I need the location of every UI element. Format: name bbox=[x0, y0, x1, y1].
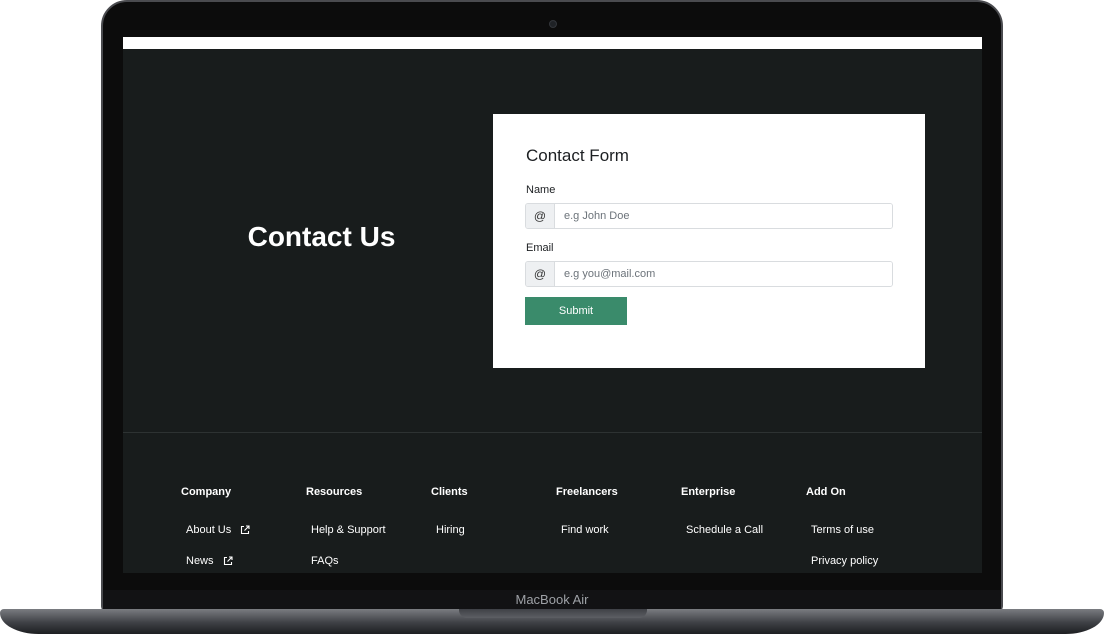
footer-column-freelancers: Freelancers Find work bbox=[556, 486, 681, 536]
email-input-group: @ bbox=[525, 261, 893, 287]
device-model-label: MacBook Air bbox=[515, 592, 589, 607]
footer-link-label: FAQs bbox=[311, 555, 339, 567]
footer-link-label: Help & Support bbox=[311, 524, 386, 536]
email-input[interactable] bbox=[555, 262, 892, 286]
form-title: Contact Form bbox=[526, 146, 629, 165]
footer-link-label: News bbox=[186, 555, 214, 567]
footer-column-company: Company About Us News bbox=[181, 486, 306, 567]
external-link-icon bbox=[223, 556, 233, 566]
footer-link-terms[interactable]: Terms of use bbox=[811, 524, 874, 536]
page-title: Contact Us bbox=[247, 221, 396, 252]
footer-link-label: Terms of use bbox=[811, 524, 874, 536]
at-icon: @ bbox=[526, 204, 555, 228]
footer-link-faqs[interactable]: FAQs bbox=[311, 555, 339, 567]
footer-link-privacy[interactable]: Privacy policy bbox=[811, 555, 878, 567]
footer-column-add-on: Add On Terms of use Privacy policy bbox=[806, 486, 931, 567]
footer-link-label: Find work bbox=[561, 524, 609, 536]
footer-link-news[interactable]: News bbox=[186, 555, 233, 567]
footer-link-schedule-call[interactable]: Schedule a Call bbox=[686, 524, 763, 536]
top-bar bbox=[123, 37, 982, 49]
name-input-group: @ bbox=[525, 203, 893, 229]
footer-heading: Freelancers bbox=[556, 486, 618, 498]
footer-link-label: Schedule a Call bbox=[686, 524, 764, 536]
footer-link-label: About Us bbox=[186, 524, 232, 536]
submit-button[interactable]: Submit bbox=[525, 297, 627, 325]
footer-column-resources: Resources Help & Support FAQs bbox=[306, 486, 431, 567]
name-label: Name bbox=[526, 184, 556, 196]
footer-divider bbox=[123, 432, 982, 433]
footer-link-find-work[interactable]: Find work bbox=[561, 524, 609, 536]
footer-link-hiring[interactable]: Hiring bbox=[436, 524, 465, 536]
laptop-screen: Contact Us Contact Form Name @ Email @ S… bbox=[123, 37, 982, 573]
footer-heading: Enterprise bbox=[681, 486, 736, 498]
footer-link-help-support[interactable]: Help & Support bbox=[311, 524, 386, 536]
camera-icon bbox=[549, 20, 557, 28]
footer-link-label: Hiring bbox=[436, 524, 465, 536]
footer-heading: Resources bbox=[306, 486, 363, 498]
footer-column-enterprise: Enterprise Schedule a Call bbox=[681, 486, 806, 536]
footer-heading: Clients bbox=[431, 486, 468, 498]
email-label: Email bbox=[526, 242, 554, 254]
footer-link-label: Privacy policy bbox=[811, 555, 879, 567]
footer-link-about-us[interactable]: About Us bbox=[186, 524, 250, 536]
contact-form-card: Contact Form Name @ Email @ Submit bbox=[493, 114, 925, 368]
at-icon: @ bbox=[526, 262, 555, 286]
footer-column-clients: Clients Hiring bbox=[431, 486, 556, 536]
footer-heading: Company bbox=[181, 486, 232, 498]
external-link-icon bbox=[241, 525, 250, 535]
laptop-hinge-notch bbox=[459, 609, 647, 618]
name-input[interactable] bbox=[555, 204, 892, 228]
footer-heading: Add On bbox=[806, 486, 846, 498]
